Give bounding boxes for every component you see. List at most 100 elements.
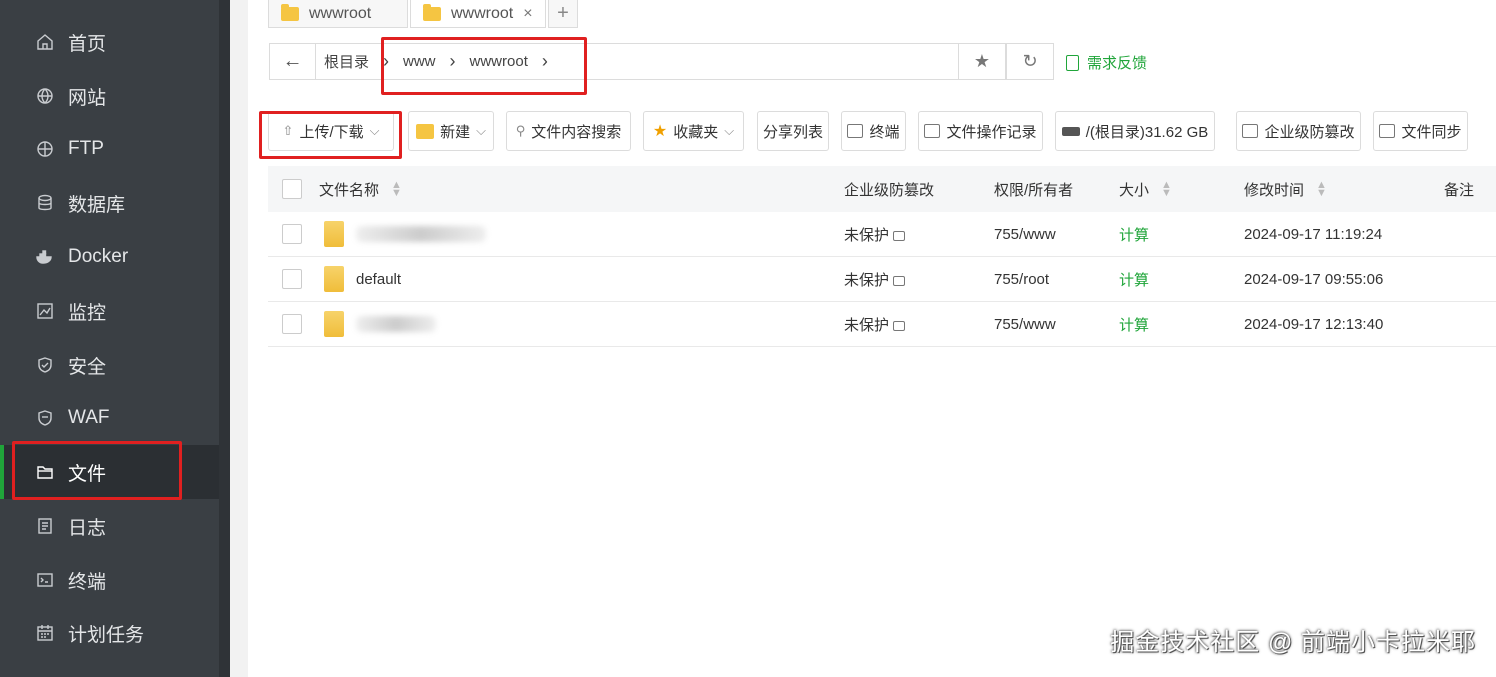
file-table-header: 文件名称 ▲ ▼ 企业级防篡改 权限/所有者 大小 ▲ ▼ 修改时间 ▲ ▼ 备注 <box>268 166 1496 212</box>
unlock-icon <box>893 276 906 286</box>
file-oplog-button[interactable]: 文件操作记录 <box>918 111 1043 151</box>
row-checkbox[interactable] <box>282 302 302 346</box>
disk-button[interactable]: /(根目录)31.62 GB <box>1055 111 1215 151</box>
breadcrumb-wwwroot[interactable]: wwwroot <box>470 53 528 70</box>
upload-download-button[interactable]: ⇧ 上传/下载 ⌵ <box>268 111 394 151</box>
sidebar-item-label: FTP <box>68 138 104 159</box>
docker-icon <box>36 248 54 266</box>
waf-shield-icon <box>36 409 54 427</box>
sidebar-item-label: 终端 <box>68 571 107 593</box>
modified-time: 2024-09-17 09:55:06 <box>1244 270 1384 288</box>
size-calc-link[interactable]: 计算 <box>1119 302 1149 346</box>
file-name[interactable]: default <box>324 257 401 301</box>
file-manager: wwwroot wwwroot × + ← 根目录 › www › wwwroo… <box>248 0 1496 677</box>
terminal-label: 终端 <box>869 123 900 141</box>
protect-status[interactable]: 未保护 <box>844 257 906 301</box>
favorites-button[interactable]: ★ 收藏夹 ⌵ <box>643 111 744 151</box>
sidebar-item-cron[interactable]: 计划任务 <box>0 606 219 660</box>
sidebar-item-waf[interactable]: WAF <box>0 391 219 445</box>
share-list-button[interactable]: 分享列表 <box>757 111 829 151</box>
unlock-icon <box>893 231 906 241</box>
favorites-label: 收藏夹 <box>673 123 719 141</box>
table-row[interactable]: 未保护 755/www 计算 2024-09-17 12:13:40 <box>268 302 1496 347</box>
back-arrow-icon[interactable]: ← <box>270 44 316 79</box>
modified-time: 2024-09-17 11:19:24 <box>1244 225 1383 243</box>
new-button[interactable]: 新建 ⌵ <box>408 111 494 151</box>
protect-status[interactable]: 未保护 <box>844 212 906 256</box>
tamper-icon <box>1242 124 1259 138</box>
file-sync-button[interactable]: 文件同步 <box>1373 111 1468 151</box>
sidebar-item-label: WAF <box>68 407 110 428</box>
share-label: 分享列表 <box>762 123 823 141</box>
sidebar-item-home[interactable]: 首页 <box>0 15 219 69</box>
select-all-checkbox[interactable] <box>282 166 302 212</box>
chevron-down-icon: ⌵ <box>369 123 380 138</box>
size-calc-link[interactable]: 计算 <box>1119 257 1149 301</box>
chevron-down-icon: ⌵ <box>724 123 735 138</box>
folder-icon <box>36 463 54 481</box>
header-name[interactable]: 文件名称 ▲ ▼ <box>319 166 402 212</box>
terminal-icon <box>847 124 864 138</box>
header-note: 备注 <box>1444 181 1475 199</box>
file-name[interactable] <box>324 212 486 256</box>
breadcrumb-root[interactable]: 根目录 <box>324 51 369 72</box>
oplog-label: 文件操作记录 <box>946 123 1037 141</box>
permission[interactable]: 755/root <box>994 257 1049 301</box>
star-icon: ★ <box>652 123 668 140</box>
folder-icon <box>324 221 344 247</box>
path-bar: ← 根目录 › www › wwwroot › <box>269 43 1054 80</box>
tamper-label: 企业级防篡改 <box>1264 123 1355 141</box>
protect-status[interactable]: 未保护 <box>844 302 906 346</box>
upload-label: 上传/下载 <box>299 123 364 141</box>
chevron-down-icon: ⌵ <box>476 123 486 138</box>
row-checkbox[interactable] <box>282 257 302 301</box>
sidebar-item-label: 文件 <box>68 463 107 485</box>
add-tab-button[interactable]: + <box>548 0 578 28</box>
sidebar-item-files[interactable]: 文件 <box>0 445 219 499</box>
refresh-icon[interactable]: ↻ <box>1006 43 1054 80</box>
header-perm: 权限/所有者 <box>994 181 1074 199</box>
sidebar-item-database[interactable]: 数据库 <box>0 176 219 230</box>
content-search-button[interactable]: ⚲ 文件内容搜索 <box>506 111 631 151</box>
unlock-icon <box>893 321 906 331</box>
star-icon[interactable]: ★ <box>958 43 1006 80</box>
terminal-icon <box>36 571 54 589</box>
header-size[interactable]: 大小 ▲ ▼ <box>1119 166 1172 212</box>
search-label: 文件内容搜索 <box>531 123 622 141</box>
folder-icon <box>423 3 441 21</box>
sidebar-item-docker[interactable]: Docker <box>0 230 219 284</box>
sidebar-item-label: Docker <box>68 246 129 267</box>
sidebar-item-monitor[interactable]: 监控 <box>0 284 219 338</box>
breadcrumb-www[interactable]: www <box>403 53 436 70</box>
table-row[interactable]: default 未保护 755/root 计算 2024-09-17 09:55… <box>268 257 1496 302</box>
header-mtime[interactable]: 修改时间 ▲ ▼ <box>1244 166 1327 212</box>
sidebar-item-label: 首页 <box>68 33 107 55</box>
sort-icon: ▲ ▼ <box>391 179 402 199</box>
permission[interactable]: 755/www <box>994 212 1056 256</box>
home-icon <box>36 33 54 51</box>
feedback-link[interactable]: 需求反馈 <box>1066 52 1147 73</box>
sidebar-item-ftp[interactable]: FTP <box>0 122 219 176</box>
size-calc-link[interactable]: 计算 <box>1119 212 1149 256</box>
terminal-button[interactable]: 终端 <box>841 111 906 151</box>
tab-wwwroot-1[interactable]: wwwroot <box>268 0 408 28</box>
tab-bar: wwwroot wwwroot × + <box>268 0 580 28</box>
sidebar-item-label: 日志 <box>68 517 107 539</box>
tab-label: wwwroot <box>451 4 514 22</box>
log-icon <box>36 517 54 535</box>
table-row[interactable]: 未保护 755/www 计算 2024-09-17 11:19:24 <box>268 212 1496 257</box>
sort-icon: ▲ ▼ <box>1161 179 1172 199</box>
tamper-protection-button[interactable]: 企业级防篡改 <box>1236 111 1361 151</box>
sidebar-item-label: 网站 <box>68 87 107 109</box>
close-icon[interactable]: × <box>523 5 532 23</box>
row-checkbox[interactable] <box>282 212 302 256</box>
tab-wwwroot-2[interactable]: wwwroot × <box>410 0 546 28</box>
sidebar-item-security[interactable]: 安全 <box>0 338 219 392</box>
sidebar-item-label: 安全 <box>68 356 107 378</box>
watermark: 掘金技术社区 @ 前端小卡拉米耶 <box>1110 629 1476 656</box>
sidebar-item-website[interactable]: 网站 <box>0 69 219 123</box>
file-name[interactable] <box>324 302 436 346</box>
sidebar-item-terminal[interactable]: 终端 <box>0 553 219 607</box>
sidebar-item-logs[interactable]: 日志 <box>0 499 219 553</box>
permission[interactable]: 755/www <box>994 302 1056 346</box>
